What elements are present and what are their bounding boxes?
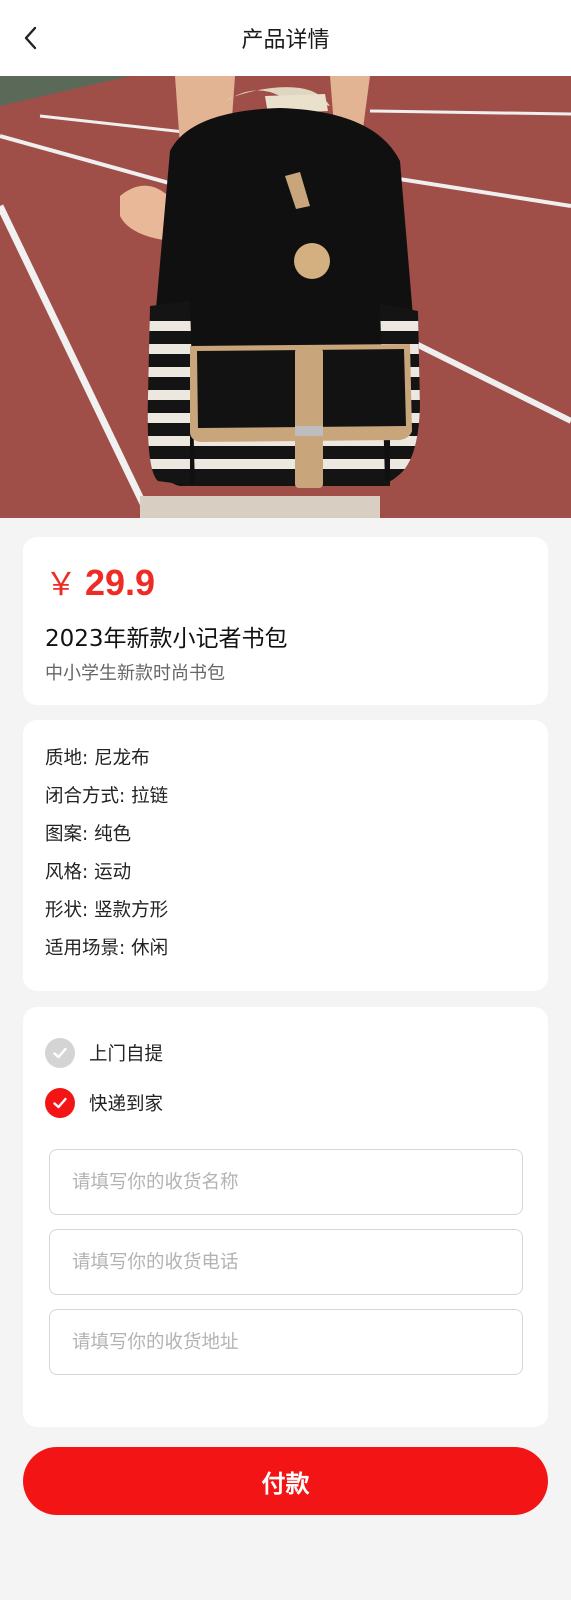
currency-symbol: ￥ [45, 566, 78, 602]
shipping-option-label: 上门自提 [89, 1044, 164, 1065]
page-title: 产品详情 [241, 28, 330, 53]
price-card: ￥ 29.9 2023年新款小记者书包 中小学生新款时尚书包 [23, 537, 548, 705]
spec-closure: 闭合方式: 拉链 [45, 786, 169, 807]
check-circle-icon [45, 1088, 75, 1118]
shipping-option-pickup[interactable]: 上门自提 [45, 1038, 163, 1068]
product-title: 2023年新款小记者书包 [45, 626, 288, 652]
product-subtitle: 中小学生新款时尚书包 [45, 663, 225, 684]
price-value: 29.9 [85, 562, 156, 603]
shipping-card: 上门自提 快递到家 [23, 1007, 548, 1427]
recipient-phone-input[interactable] [49, 1229, 523, 1295]
spec-style: 风格: 运动 [45, 862, 132, 883]
pay-button[interactable]: 付款 [23, 1447, 548, 1515]
recipient-address-input[interactable] [49, 1309, 523, 1375]
product-image [0, 76, 571, 518]
shipping-option-label: 快递到家 [89, 1094, 164, 1115]
spec-card: 质地: 尼龙布 闭合方式: 拉链 图案: 纯色 风格: 运动 形状: 竖款方形 … [23, 720, 548, 991]
spec-list: 质地: 尼龙布 闭合方式: 拉链 图案: 纯色 风格: 运动 形状: 竖款方形 … [45, 740, 168, 968]
top-nav-bar: 产品详情 [0, 0, 571, 76]
product-price: ￥ 29.9 [45, 559, 155, 605]
recipient-name-input[interactable] [49, 1149, 523, 1215]
check-circle-icon [45, 1038, 75, 1068]
spec-pattern: 图案: 纯色 [45, 824, 132, 845]
spec-material: 质地: 尼龙布 [45, 748, 150, 769]
spec-scene: 适用场景: 休闲 [45, 938, 169, 959]
spec-shape: 形状: 竖款方形 [45, 900, 169, 921]
shipping-option-delivery[interactable]: 快递到家 [45, 1088, 163, 1118]
